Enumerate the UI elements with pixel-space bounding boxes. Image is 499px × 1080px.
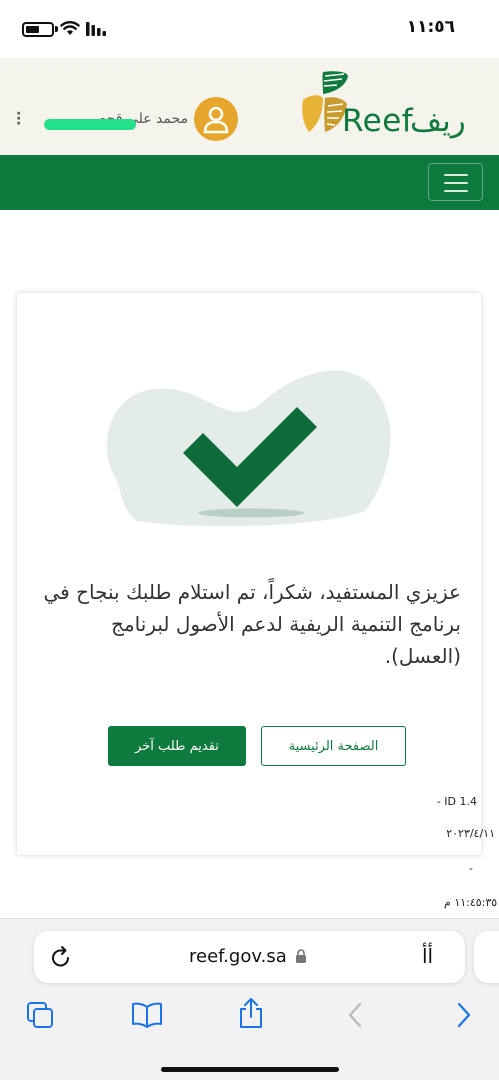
time-label: ١١:٤٥:٣٥ م	[444, 896, 498, 909]
wifi-icon	[60, 21, 80, 35]
browser-toolbar: reef.gov.sa ﺃﺃ	[0, 918, 499, 1080]
logo-text-arabic: ريف	[410, 103, 466, 139]
url-text: reef.gov.sa	[189, 946, 287, 967]
bookmarks-icon[interactable]	[131, 1001, 163, 1029]
next-tab-peek[interactable]	[474, 931, 499, 983]
user-avatar[interactable]	[194, 97, 238, 141]
status-bar: ١١:٥٦	[0, 0, 499, 58]
battery-level	[26, 26, 39, 33]
separator-dash: -	[469, 862, 473, 875]
forward-icon[interactable]	[455, 1001, 473, 1029]
logo-text: Reef	[342, 103, 414, 139]
share-icon[interactable]	[238, 997, 264, 1029]
hamburger-line	[444, 190, 468, 192]
hamburger-line	[444, 182, 468, 184]
success-illustration	[106, 370, 391, 527]
reload-icon[interactable]	[50, 945, 72, 969]
site-header: Reef ريف محمد علي قحطاني ···	[0, 58, 499, 155]
date-label: ٢٠٢٣/٤/١١	[446, 827, 495, 840]
lock-icon	[296, 949, 306, 963]
battery-icon	[22, 22, 54, 37]
back-icon[interactable]	[346, 1001, 364, 1029]
more-options-icon[interactable]: · · ·	[16, 107, 21, 131]
hamburger-menu-button[interactable]	[428, 163, 483, 201]
redaction-mark	[44, 119, 136, 130]
battery-tip	[55, 26, 58, 32]
id-label: - ID 1.4	[436, 795, 477, 808]
home-page-button[interactable]: الصفحة الرئيسية	[261, 726, 406, 766]
new-request-button[interactable]: تقديم طلب آخر	[108, 726, 246, 766]
tabs-icon[interactable]	[26, 1001, 56, 1029]
confirmation-message: عزيزي المستفيد، شكراً، تم استلام طلبك بن…	[43, 580, 462, 668]
cellular-signal-icon	[86, 22, 106, 36]
status-time: ١١:٥٦	[406, 17, 455, 37]
user-icon	[203, 106, 229, 134]
home-indicator	[161, 1067, 339, 1072]
address-bar[interactable]: reef.gov.sa ﺃﺃ	[34, 931, 465, 983]
nav-bar	[0, 155, 499, 210]
hamburger-line	[444, 174, 468, 176]
text-size-button[interactable]: ﺃﺃ	[422, 944, 433, 968]
confirmation-card: عزيزي المستفيد، شكراً، تم استلام طلبك بن…	[17, 293, 495, 855]
